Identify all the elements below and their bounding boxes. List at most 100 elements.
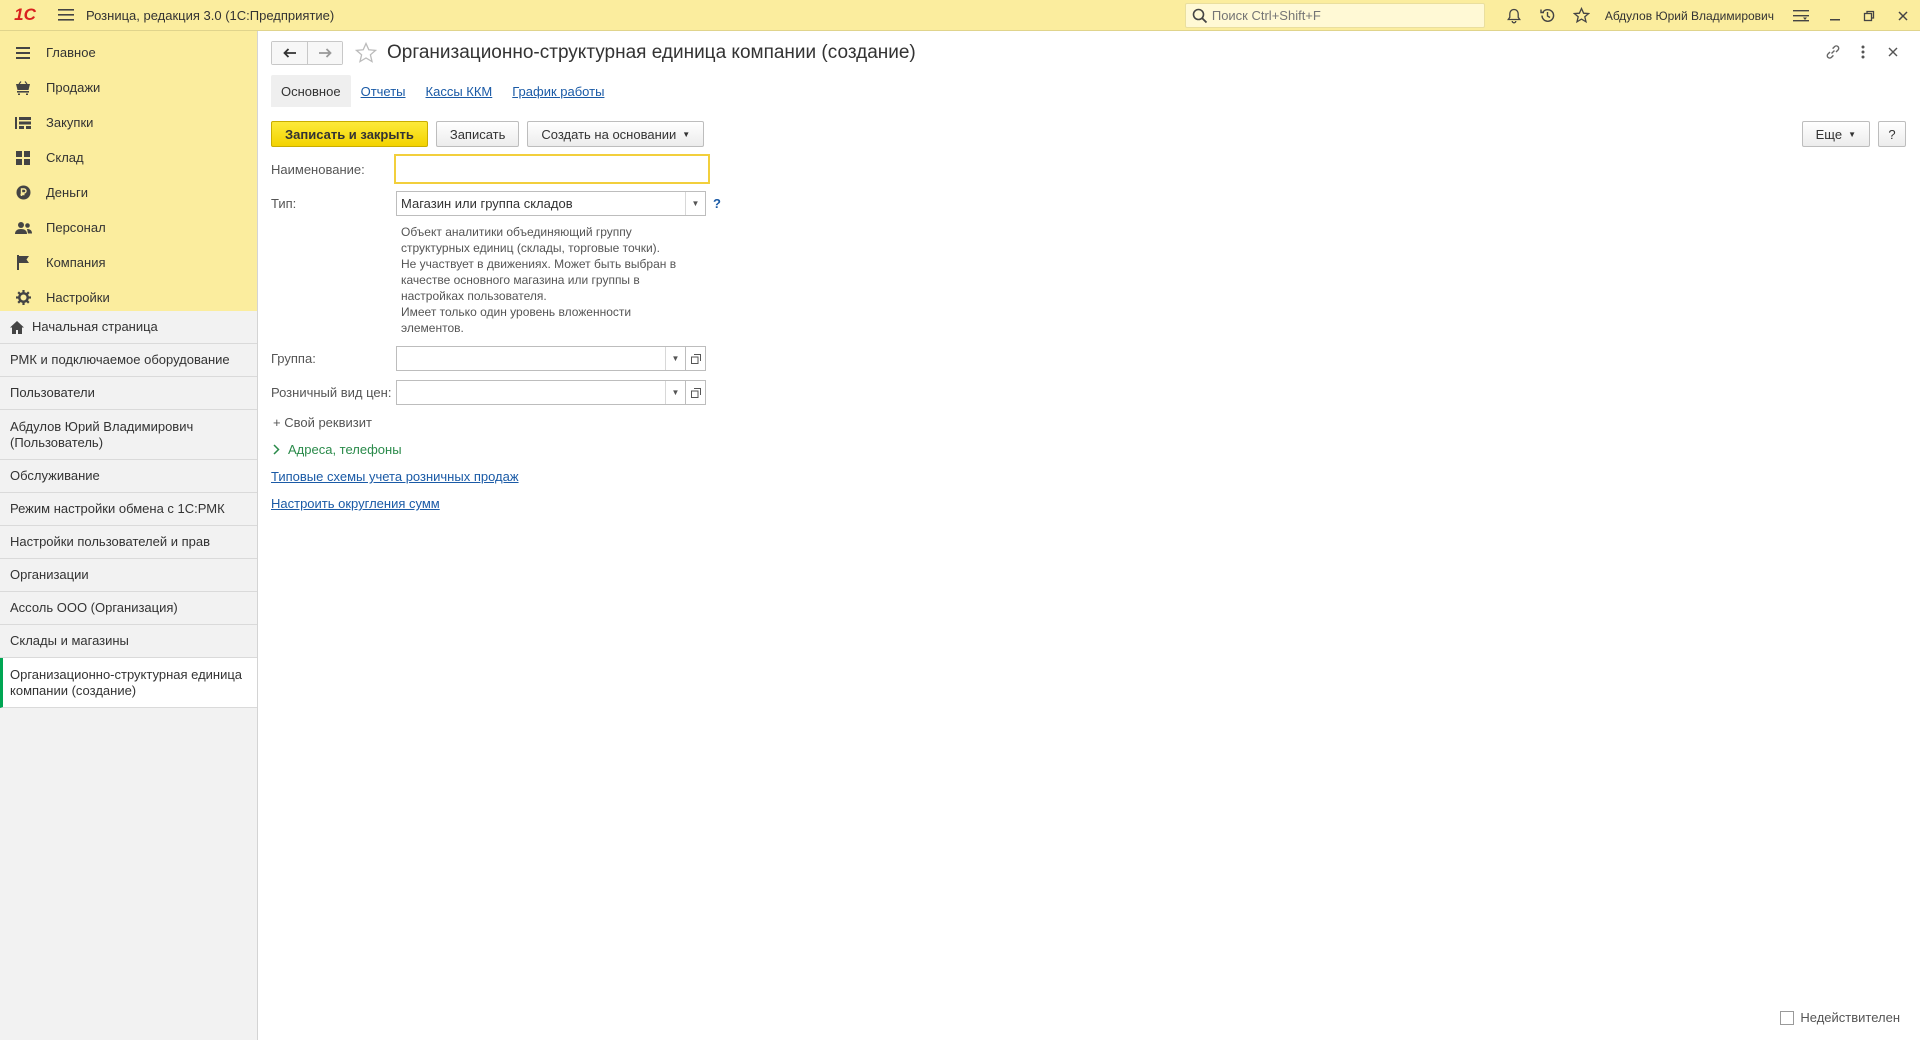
- tab-main[interactable]: Основное: [271, 75, 351, 107]
- home-icon: [10, 320, 24, 334]
- type-description: Объект аналитики объединяющий группу стр…: [401, 225, 677, 335]
- inactive-checkbox-row[interactable]: Недействителен: [1780, 1010, 1900, 1025]
- settings-menu-icon[interactable]: [1784, 0, 1818, 31]
- main-menu-icon[interactable]: [48, 0, 84, 31]
- form-area: Организационно-структурная единица компа…: [259, 31, 1920, 1040]
- app-title: Розница, редакция 3.0 (1С:Предприятие): [86, 7, 335, 23]
- price-type-dropdown-button[interactable]: ▼: [665, 381, 685, 404]
- name-field[interactable]: [394, 154, 710, 184]
- people-icon: [14, 219, 32, 237]
- minimize-icon[interactable]: [1818, 0, 1852, 31]
- global-search[interactable]: [1184, 3, 1485, 28]
- open-window-item[interactable]: РМК и подключаемое оборудование: [0, 344, 257, 377]
- group-field[interactable]: ▼: [396, 346, 686, 371]
- arrow-left-icon: [282, 48, 296, 58]
- section-money[interactable]: Деньги: [0, 175, 257, 210]
- group-input[interactable]: [397, 348, 665, 369]
- open-window-item-active[interactable]: Организационно-структурная единица компа…: [0, 658, 257, 708]
- name-input[interactable]: [396, 158, 708, 180]
- retail-schemes-link[interactable]: Типовые схемы учета розничных продаж: [271, 469, 519, 484]
- save-and-close-button[interactable]: Записать и закрыть: [271, 121, 428, 147]
- open-window-item[interactable]: Ассоль ООО (Организация): [0, 592, 257, 625]
- section-label: Склад: [46, 150, 84, 165]
- group-open-button[interactable]: [686, 346, 706, 371]
- open-window-item[interactable]: Пользователи: [0, 377, 257, 410]
- open-window-item[interactable]: Обслуживание: [0, 460, 257, 493]
- warehouse-grid-icon: [14, 149, 32, 167]
- chevron-right-icon: [273, 444, 280, 455]
- search-icon: [1192, 8, 1207, 23]
- sections-panel: Главное Продажи Закупки Склад Деньги Пер…: [0, 31, 257, 311]
- search-input[interactable]: [1211, 8, 1472, 23]
- 1c-logo[interactable]: 1С: [2, 0, 48, 31]
- name-label: Наименование:: [271, 162, 365, 177]
- save-button[interactable]: Записать: [435, 121, 520, 147]
- open-window-item[interactable]: Режим настройки обмена с 1С:РМК: [0, 493, 257, 526]
- sidebar: Главное Продажи Закупки Склад Деньги Пер…: [0, 31, 258, 1040]
- create-based-on-button[interactable]: Создать на основании ▼: [527, 121, 705, 147]
- tab-schedule[interactable]: График работы: [502, 75, 614, 107]
- tab-reports[interactable]: Отчеты: [351, 75, 416, 107]
- open-windows-list: Начальная страница РМК и подключаемое об…: [0, 311, 257, 708]
- section-sales[interactable]: Продажи: [0, 70, 257, 105]
- open-window-item[interactable]: Настройки пользователей и прав: [0, 526, 257, 559]
- section-label: Продажи: [46, 80, 101, 95]
- type-label: Тип:: [271, 196, 297, 211]
- form-title: Организационно-структурная единица компа…: [387, 42, 916, 63]
- open-window-icon: [690, 353, 701, 364]
- open-window-item[interactable]: Абдулов Юрий Владимирович (Пользователь): [0, 410, 257, 460]
- price-type-open-button[interactable]: [686, 380, 706, 405]
- section-staff[interactable]: Персонал: [0, 210, 257, 245]
- group-dropdown-button[interactable]: ▼: [665, 347, 685, 370]
- tab-cash-registers[interactable]: Кассы ККМ: [416, 75, 503, 107]
- history-nav: [271, 41, 343, 65]
- type-input[interactable]: [397, 193, 685, 214]
- type-field[interactable]: ▼: [396, 191, 706, 216]
- addresses-group-expander[interactable]: Адреса, телефоны: [273, 442, 402, 457]
- help-button[interactable]: ?: [1878, 121, 1906, 147]
- section-settings[interactable]: Настройки: [0, 280, 257, 315]
- menu-lines-icon: [14, 44, 32, 62]
- more-vertical-icon[interactable]: [1848, 39, 1878, 65]
- section-warehouse[interactable]: Склад: [0, 140, 257, 175]
- back-button[interactable]: [272, 42, 307, 64]
- history-icon[interactable]: [1531, 0, 1565, 31]
- favorites-star-icon[interactable]: [1565, 0, 1599, 31]
- open-window-item[interactable]: Склады и магазины: [0, 625, 257, 658]
- money-icon: [14, 184, 32, 202]
- more-button[interactable]: Еще ▼: [1801, 121, 1870, 147]
- section-label: Главное: [46, 45, 96, 60]
- forward-button[interactable]: [307, 42, 342, 64]
- purchase-icon: [14, 114, 32, 132]
- open-window-icon: [690, 387, 701, 398]
- type-dropdown-button[interactable]: ▼: [685, 192, 705, 215]
- price-type-field[interactable]: ▼: [396, 380, 686, 405]
- open-window-home[interactable]: Начальная страница: [0, 311, 257, 344]
- current-user[interactable]: Абдулов Юрий Владимирович: [1605, 9, 1774, 23]
- form-toolbar: Записать и закрыть Записать Создать на о…: [271, 121, 712, 147]
- cart-icon: [14, 79, 32, 97]
- close-window-icon[interactable]: [1886, 0, 1920, 31]
- section-main[interactable]: Главное: [0, 35, 257, 70]
- rounding-settings-link[interactable]: Настроить округления сумм: [271, 496, 440, 511]
- close-form-icon[interactable]: [1878, 39, 1908, 65]
- section-company[interactable]: Компания: [0, 245, 257, 280]
- section-label: Закупки: [46, 115, 94, 130]
- section-purchases[interactable]: Закупки: [0, 105, 257, 140]
- dropdown-arrow-icon: ▼: [1848, 129, 1856, 139]
- restore-icon[interactable]: [1852, 0, 1886, 31]
- add-to-favorites-icon[interactable]: [353, 40, 379, 66]
- arrow-right-icon: [319, 48, 332, 58]
- price-type-input[interactable]: [397, 382, 665, 403]
- add-custom-attribute[interactable]: + Свой реквизит: [273, 415, 372, 430]
- top-bar: 1С Розница, редакция 3.0 (1С:Предприятие…: [0, 0, 1920, 31]
- link-icon[interactable]: [1818, 39, 1848, 65]
- bell-icon[interactable]: [1497, 0, 1531, 31]
- open-window-item[interactable]: Организации: [0, 559, 257, 592]
- section-label: Персонал: [46, 220, 106, 235]
- flag-icon: [14, 254, 32, 272]
- group-label: Группа:: [271, 351, 316, 366]
- type-help-icon[interactable]: ?: [713, 196, 721, 211]
- inactive-checkbox[interactable]: [1780, 1010, 1795, 1025]
- section-label: Компания: [46, 255, 106, 270]
